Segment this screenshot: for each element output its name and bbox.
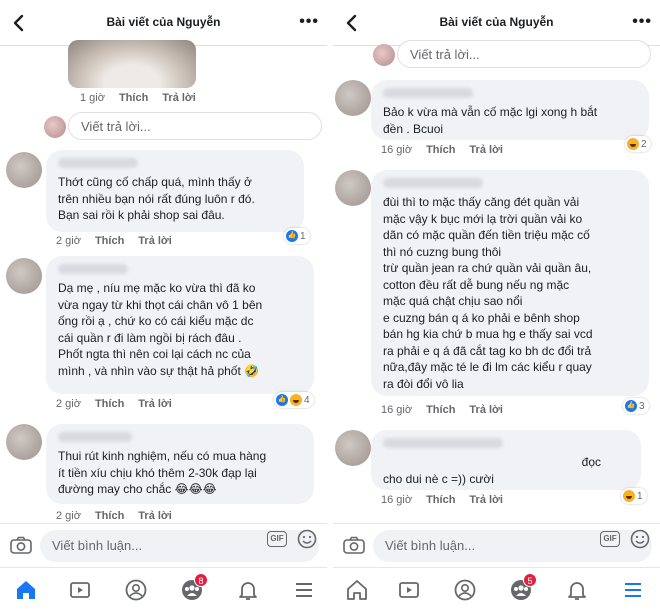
comment-time: 2 giờ [56, 510, 81, 522]
comment-time: 2 giờ [56, 235, 81, 247]
video-icon[interactable] [397, 578, 421, 602]
like-link[interactable]: Thích [95, 510, 124, 522]
comment-text: đùi thì to mặc thấy căng đét quần vải mặ… [383, 195, 593, 391]
comment-bubble: Thớt cũng cố chấp quá, mình thấy ở trên … [46, 150, 304, 232]
commenter-name-blurred[interactable] [383, 88, 473, 98]
commenter-name-blurred[interactable] [383, 178, 483, 188]
page-title: Bài viết của Nguyễn [106, 15, 221, 29]
comment-bubble: đùi thì to mặc thấy căng đét quần vải mặ… [371, 170, 649, 396]
avatar[interactable] [335, 430, 371, 466]
reply-link[interactable]: Trả lời [469, 494, 503, 506]
comment-meta: 2 giờ Thích Trả lời [56, 510, 172, 522]
avatar[interactable] [335, 80, 371, 116]
home-icon[interactable] [345, 578, 369, 602]
commenter-name-blurred[interactable] [58, 432, 132, 442]
menu-icon[interactable] [292, 578, 316, 602]
left-screen: Bài viết của Nguyễn ••• 1 giờ Thích Trả lờ… [0, 0, 327, 613]
page-title: Bài viết của Nguyễn [439, 15, 554, 29]
comment-time: 16 giờ [381, 494, 413, 506]
comment-composer: Viết bình luận... GIF [0, 523, 327, 567]
right-screen: Bài viết của Nguyễn ••• Viết trả lời... … [333, 0, 660, 613]
profile-icon[interactable] [453, 578, 477, 602]
video-icon[interactable] [68, 578, 92, 602]
avatar[interactable] [44, 116, 66, 138]
bottom-nav: 5 [333, 567, 660, 613]
comment-time: 2 giờ [56, 398, 81, 410]
more-options-icon[interactable]: ••• [632, 13, 652, 31]
comment-text: Dạ mẹ , níu mẹ mặc ko vừa thì đã ko vừa … [58, 281, 263, 378]
bell-icon[interactable] [565, 578, 589, 602]
gif-icon[interactable]: GIF [600, 531, 620, 547]
comment-bubble: đọc cho dui nè c =)) cười [371, 430, 641, 490]
comment-bubble: Dạ mẹ , níu mẹ mặc ko vừa thì đã ko vừa … [46, 256, 314, 394]
reaction-count[interactable]: 👍 1 [284, 228, 310, 244]
comment-photo[interactable] [68, 40, 196, 88]
like-link[interactable]: Thích [426, 494, 455, 506]
like-reaction-icon: 👍 [625, 400, 637, 412]
comment-text: Thớt cũng cố chấp quá, mình thấy ở trên … [58, 175, 255, 222]
camera-icon[interactable] [10, 536, 32, 554]
home-icon[interactable] [14, 578, 38, 602]
reply-link[interactable]: Trả lời [138, 510, 172, 522]
like-link[interactable]: Thích [426, 144, 455, 156]
avatar[interactable] [6, 152, 42, 188]
comment-meta: 2 giờ Thích Trả lời [56, 398, 172, 410]
emoji-icon[interactable] [630, 529, 650, 549]
comment-text: Bảo k vừa mà vẫn cố mặc lgi xong h bắt đ… [383, 105, 598, 136]
like-reaction-icon: 👍 [276, 394, 288, 406]
commenter-name-blurred[interactable] [58, 158, 138, 168]
comment-text: Thui rút kinh nghiệm, nếu có mua hàng ít… [58, 449, 267, 496]
reply-link[interactable]: Trả lời [138, 398, 172, 410]
comment-bubble: Bảo k vừa mà vẫn cố mặc lgi xong h bắt đ… [371, 80, 649, 140]
comment-time: 16 giờ [381, 144, 413, 156]
comment-meta: 2 giờ Thích Trả lời [56, 235, 172, 247]
camera-icon[interactable] [343, 536, 365, 554]
reply-input[interactable]: Viết trả lời... [397, 40, 651, 68]
like-link[interactable]: Thích [119, 92, 148, 104]
reply-link[interactable]: Trả lời [469, 144, 503, 156]
comment-time: 1 giờ [80, 92, 105, 104]
groups-icon[interactable]: 5 [509, 573, 537, 602]
gif-icon[interactable]: GIF [267, 531, 287, 547]
more-options-icon[interactable]: ••• [299, 13, 319, 31]
menu-icon[interactable] [621, 578, 645, 602]
like-link[interactable]: Thích [95, 235, 124, 247]
reply-link[interactable]: Trả lời [138, 235, 172, 247]
reaction-count[interactable]: 1 [621, 488, 647, 504]
haha-reaction-icon [290, 394, 302, 406]
avatar[interactable] [6, 258, 42, 294]
haha-reaction-icon [627, 138, 639, 150]
reaction-count[interactable]: 👍 4 [274, 392, 314, 408]
reply-link[interactable]: Trả lời [469, 404, 503, 416]
haha-reaction-icon [623, 490, 635, 502]
like-link[interactable]: Thích [95, 398, 124, 410]
reaction-count[interactable]: 2 [625, 136, 651, 152]
reply-input[interactable]: Viết trả lời... [68, 112, 322, 140]
notification-badge: 5 [523, 573, 537, 587]
bell-icon[interactable] [236, 578, 260, 602]
comment-composer: Viết bình luận... GIF [333, 523, 660, 567]
reply-link[interactable]: Trả lời [162, 92, 196, 104]
commenter-name-blurred[interactable] [383, 438, 503, 448]
like-reaction-icon: 👍 [286, 230, 298, 242]
avatar[interactable] [373, 44, 395, 66]
comment-meta: 16 giờ Thích Trả lời [381, 144, 503, 156]
like-link[interactable]: Thích [426, 404, 455, 416]
avatar[interactable] [6, 424, 42, 460]
avatar[interactable] [335, 170, 371, 206]
comment-meta: 16 giờ Thích Trả lời [381, 494, 503, 506]
emoji-icon[interactable] [297, 529, 317, 549]
profile-icon[interactable] [124, 578, 148, 602]
comment-meta: 1 giờ Thích Trả lời [80, 92, 196, 104]
comment-text: đọc cho dui nè c =)) cười [383, 455, 601, 486]
comment-bubble: Thui rút kinh nghiệm, nếu có mua hàng ít… [46, 424, 314, 504]
bottom-nav: 8 [0, 567, 327, 613]
commenter-name-blurred[interactable] [58, 264, 128, 274]
groups-icon[interactable]: 8 [180, 573, 208, 602]
comment-time: 16 giờ [381, 404, 413, 416]
reaction-count[interactable]: 👍 3 [623, 398, 649, 414]
comment-meta: 16 giờ Thích Trả lời [381, 404, 503, 416]
notification-badge: 8 [194, 573, 208, 587]
